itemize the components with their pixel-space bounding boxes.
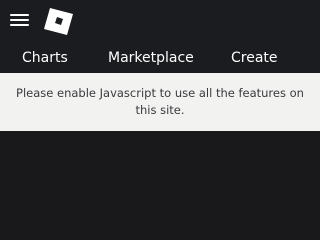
javascript-notice-text: Please enable Javascript to use all the … [16, 86, 304, 117]
nav-charts-link[interactable]: Charts [22, 50, 68, 67]
menu-line [10, 14, 29, 16]
main-navigation: Charts Marketplace Create [0, 42, 320, 73]
javascript-notice-banner: Please enable Javascript to use all the … [0, 73, 320, 131]
menu-line [10, 24, 29, 26]
page: Charts Marketplace Create Please enable … [0, 0, 320, 240]
nav-marketplace-link[interactable]: Marketplace [108, 50, 194, 67]
hamburger-menu-icon[interactable] [10, 13, 30, 27]
menu-line [10, 19, 29, 21]
nav-create-link[interactable]: Create [231, 50, 278, 67]
top-header [0, 0, 320, 42]
roblox-logo-icon[interactable] [42, 4, 76, 38]
